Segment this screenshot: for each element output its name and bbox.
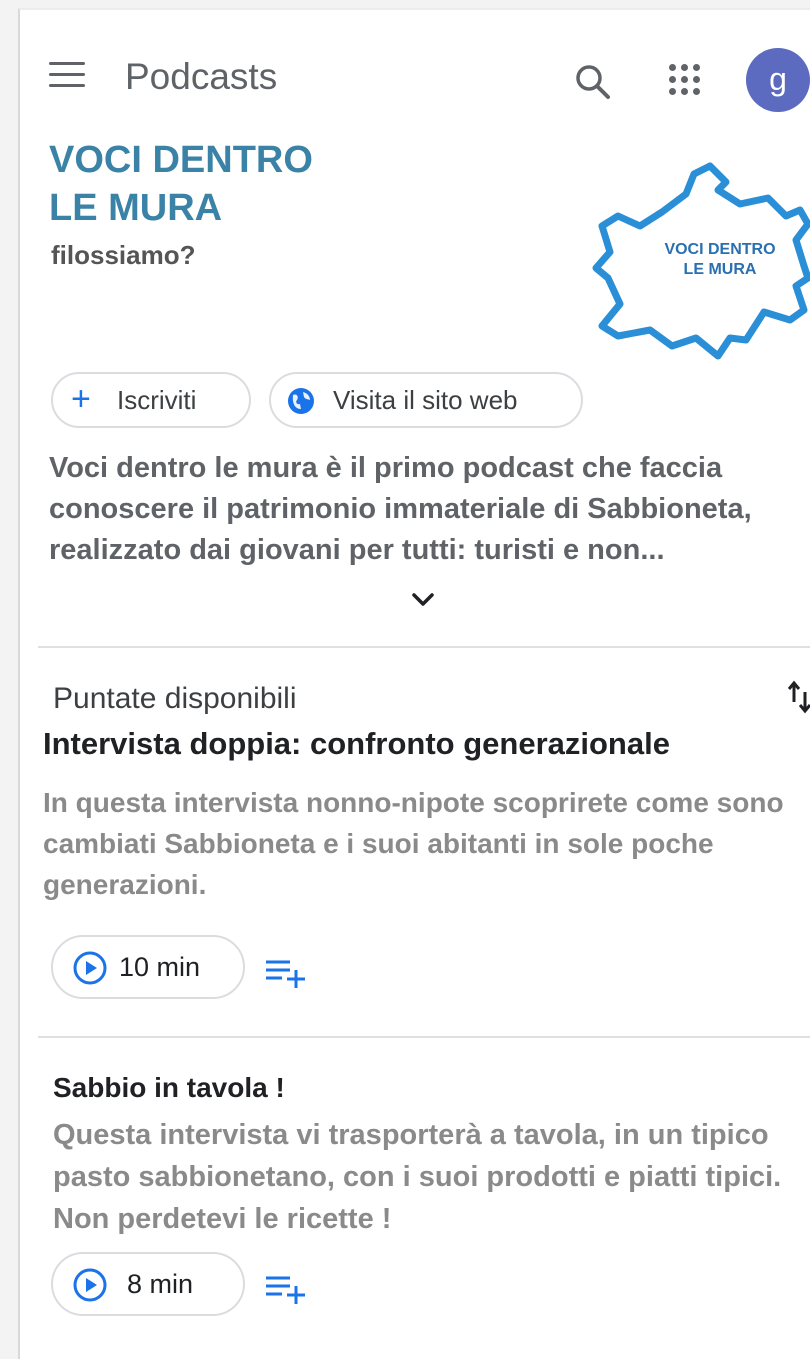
play-icon xyxy=(73,1268,107,1302)
play-button[interactable]: 10 min xyxy=(51,935,245,999)
sort-icon[interactable] xyxy=(786,678,810,716)
episode-description: Questa intervista vi trasporterà a tavol… xyxy=(53,1119,782,1235)
podcast-logo: VOCI DENTRO LE MURA xyxy=(590,160,810,360)
divider xyxy=(38,646,810,648)
visit-website-button[interactable]: Visita il sito web xyxy=(269,372,583,428)
episode-title[interactable]: Sabbio in tavola ! xyxy=(53,1072,285,1104)
podcast-page: Podcasts g VOCI DENTRO LE MURA filossiam… xyxy=(18,8,810,1359)
play-button[interactable]: 8 min xyxy=(51,1252,245,1316)
search-icon[interactable] xyxy=(573,62,613,102)
add-to-queue-icon[interactable] xyxy=(264,956,308,990)
app-header: Podcasts g xyxy=(20,10,810,140)
episode-description: In questa intervista nonno-nipote scopri… xyxy=(43,787,784,900)
podcast-description: Voci dentro le mura è il primo podcast c… xyxy=(49,452,752,566)
episode-duration: 8 min xyxy=(127,1269,194,1299)
website-label: Visita il sito web xyxy=(333,385,518,415)
episode-title[interactable]: Intervista doppia: confronto generaziona… xyxy=(43,726,670,762)
chevron-down-icon[interactable] xyxy=(410,590,436,610)
avatar[interactable]: g xyxy=(746,48,810,112)
logo-text: VOCI DENTRO LE MURA xyxy=(664,241,776,278)
episodes-heading: Puntate disponibili xyxy=(53,682,297,715)
subscribe-button[interactable]: + Iscriviti xyxy=(51,372,251,428)
add-to-queue-icon[interactable] xyxy=(264,1272,308,1306)
divider xyxy=(38,1036,810,1038)
episode-duration: 10 min xyxy=(119,952,201,982)
add-icon: + xyxy=(71,380,91,418)
podcast-title: VOCI DENTRO LE MURA xyxy=(49,139,313,229)
globe-icon xyxy=(288,388,314,414)
play-icon xyxy=(73,951,107,985)
app-title: Podcasts xyxy=(125,56,278,97)
apps-grid-icon[interactable] xyxy=(665,58,705,98)
podcast-author: filossiamo? xyxy=(51,240,196,270)
menu-icon[interactable] xyxy=(49,62,85,90)
subscribe-label: Iscriviti xyxy=(117,385,197,415)
